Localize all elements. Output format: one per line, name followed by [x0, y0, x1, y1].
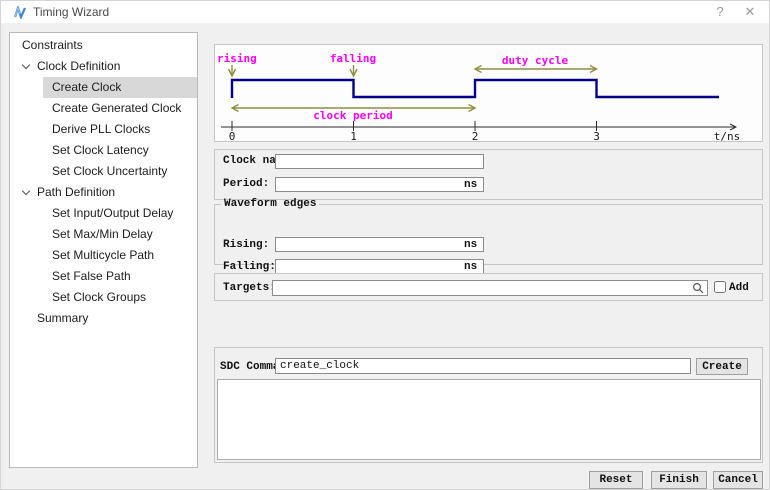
constraints-tree: Constraints Clock Definition Create Cloc… — [10, 33, 197, 329]
falling-input[interactable] — [275, 259, 484, 274]
clock-waveform-diagram: rising falling duty cycle clock period — [214, 44, 763, 142]
tree-header-constraints: Constraints — [10, 35, 197, 56]
rising-input[interactable] — [275, 237, 484, 252]
app-logo-icon — [14, 6, 27, 19]
chevron-down-icon — [22, 187, 30, 195]
create-button[interactable]: Create — [696, 358, 748, 375]
timing-wizard-window: Timing Wizard ? ✕ Constraints Clock Defi… — [0, 0, 770, 490]
sidebar-item-path-definition[interactable]: Path Definition — [10, 182, 197, 203]
sidebar-item-set-clock-uncertainty[interactable]: Set Clock Uncertainty — [10, 161, 197, 182]
tick-3: 3 — [593, 130, 600, 141]
waveform-edges-group: Waveform edges Rising: ns Falling: ns — [214, 198, 763, 265]
sidebar-item-create-generated-clock[interactable]: Create Generated Clock — [10, 98, 197, 119]
period-unit: ns — [464, 179, 477, 191]
sidebar-item-set-multicycle-path[interactable]: Set Multicycle Path — [10, 245, 197, 266]
title-bar: Timing Wizard ? ✕ — [1, 1, 769, 23]
period-label: Period: — [223, 177, 269, 192]
tick-2: 2 — [472, 130, 479, 141]
sidebar-item-set-false-path[interactable]: Set False Path — [10, 266, 197, 287]
rising-label: rising — [217, 52, 257, 65]
tick-0: 0 — [229, 130, 236, 141]
sidebar-item-create-clock[interactable]: Create Clock — [10, 77, 197, 98]
time-axis — [221, 121, 736, 131]
add-checkbox[interactable] — [714, 281, 726, 293]
sidebar-item-derive-pll-clocks[interactable]: Derive PLL Clocks — [10, 119, 197, 140]
constraints-sidebar: Constraints Clock Definition Create Cloc… — [9, 32, 198, 468]
close-button[interactable]: ✕ — [741, 4, 759, 20]
clock-wave — [232, 80, 719, 98]
sidebar-item-summary[interactable]: Summary — [10, 308, 197, 329]
sidebar-item-set-clock-latency[interactable]: Set Clock Latency — [10, 140, 197, 161]
sdc-command-input[interactable] — [275, 358, 691, 374]
search-icon[interactable] — [692, 282, 704, 294]
waveform-edges-title: Waveform edges — [221, 198, 319, 210]
sdc-command-group: SDC Command: Create — [214, 347, 763, 463]
sidebar-item-clock-definition[interactable]: Clock Definition — [10, 56, 197, 77]
window-title: Timing Wizard — [33, 5, 109, 19]
targets-input-wrap — [272, 280, 708, 296]
targets-input[interactable] — [272, 280, 708, 296]
rising-edge-label: Rising: — [223, 238, 269, 253]
falling-unit: ns — [464, 261, 477, 273]
sidebar-item-set-input-output-delay[interactable]: Set Input/Output Delay — [10, 203, 197, 224]
sdc-output-textarea[interactable] — [217, 379, 761, 460]
reset-button[interactable]: Reset — [589, 471, 643, 489]
annotation-arrows — [229, 65, 597, 112]
axis-unit-label: t/ns — [714, 130, 741, 141]
sidebar-item-set-max-min-delay[interactable]: Set Max/Min Delay — [10, 224, 197, 245]
help-button[interactable]: ? — [711, 4, 729, 20]
chevron-down-icon — [22, 61, 30, 69]
duty-cycle-label: duty cycle — [502, 54, 569, 67]
clock-name-input[interactable] — [275, 154, 484, 169]
targets-label: Targets: — [223, 281, 276, 296]
rising-unit: ns — [464, 239, 477, 251]
clock-period-label: clock period — [313, 109, 392, 122]
waveform-svg: rising falling duty cycle clock period — [215, 45, 762, 141]
targets-group: Targets: Add — [214, 273, 763, 301]
finish-button[interactable]: Finish — [651, 471, 707, 489]
sidebar-item-set-clock-groups[interactable]: Set Clock Groups — [10, 287, 197, 308]
cancel-button[interactable]: Cancel — [713, 471, 763, 489]
tick-1: 1 — [350, 130, 357, 141]
falling-label: falling — [330, 52, 376, 65]
clock-name-period-group: Clock name: Period: ns — [214, 149, 763, 200]
period-input[interactable] — [275, 177, 484, 192]
add-checkbox-label: Add — [729, 281, 749, 296]
